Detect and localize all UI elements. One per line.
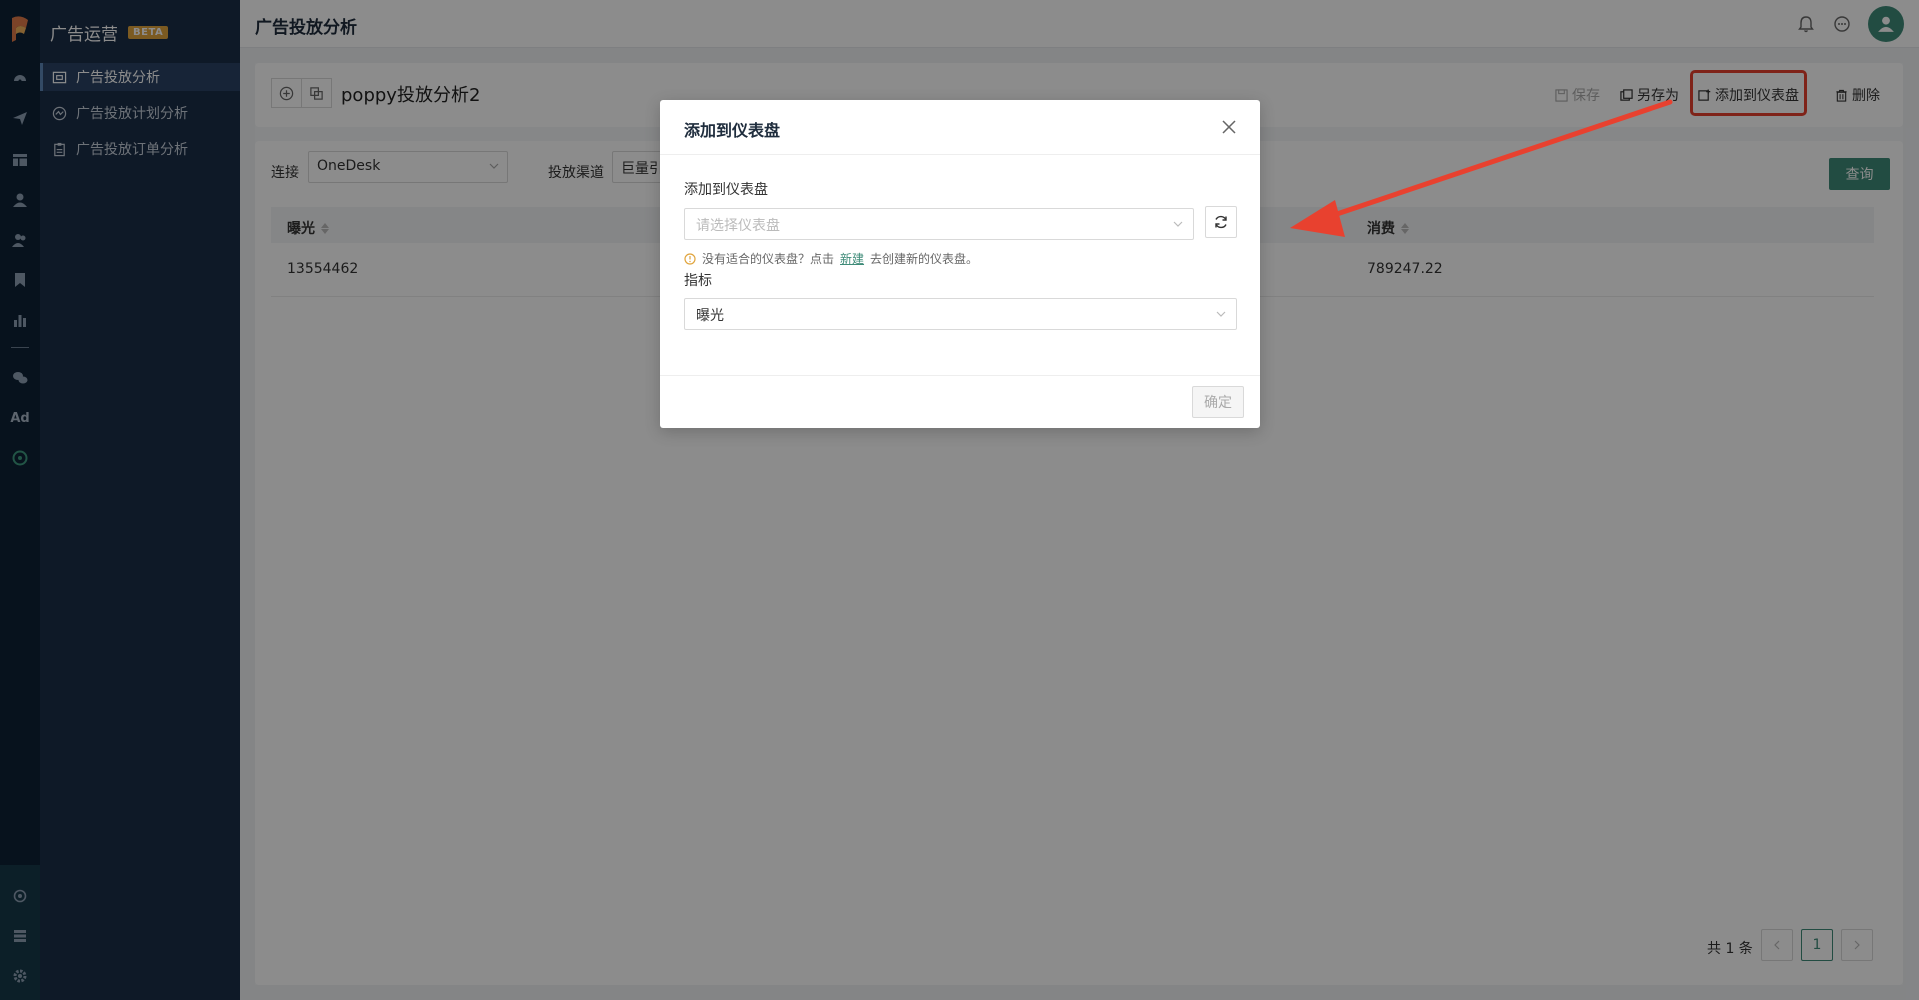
refresh-icon xyxy=(1215,215,1227,229)
metric-value: 曝光 xyxy=(696,308,724,324)
metric-select[interactable]: 曝光 xyxy=(684,298,1237,330)
add-to-dashboard-dialog: 添加到仪表盘 添加到仪表盘 请选择仪表盘 没有适合的仪表盘？点击 新建 去创建新… xyxy=(660,100,1260,428)
dialog-footer: 确定 xyxy=(660,375,1260,428)
metric-field-label: 指标 xyxy=(684,273,712,289)
chevron-down-icon xyxy=(1216,311,1226,317)
chevron-down-icon xyxy=(1173,221,1183,227)
dialog-title: 添加到仪表盘 xyxy=(684,121,781,140)
dashboard-hint: 没有适合的仪表盘？点击 新建 去创建新的仪表盘。 xyxy=(684,250,978,267)
dashboard-field-label: 添加到仪表盘 xyxy=(684,182,768,198)
create-dashboard-link[interactable]: 新建 xyxy=(840,250,864,267)
confirm-button[interactable]: 确定 xyxy=(1192,386,1244,418)
dashboard-placeholder: 请选择仪表盘 xyxy=(696,218,780,234)
refresh-button[interactable] xyxy=(1205,206,1237,238)
warning-icon xyxy=(684,252,696,265)
dialog-header: 添加到仪表盘 xyxy=(660,100,1260,155)
dashboard-select[interactable]: 请选择仪表盘 xyxy=(684,208,1194,240)
close-icon[interactable] xyxy=(1220,118,1238,136)
hint-prefix: 没有适合的仪表盘？点击 xyxy=(702,252,835,266)
hint-suffix: 去创建新的仪表盘。 xyxy=(870,252,979,266)
